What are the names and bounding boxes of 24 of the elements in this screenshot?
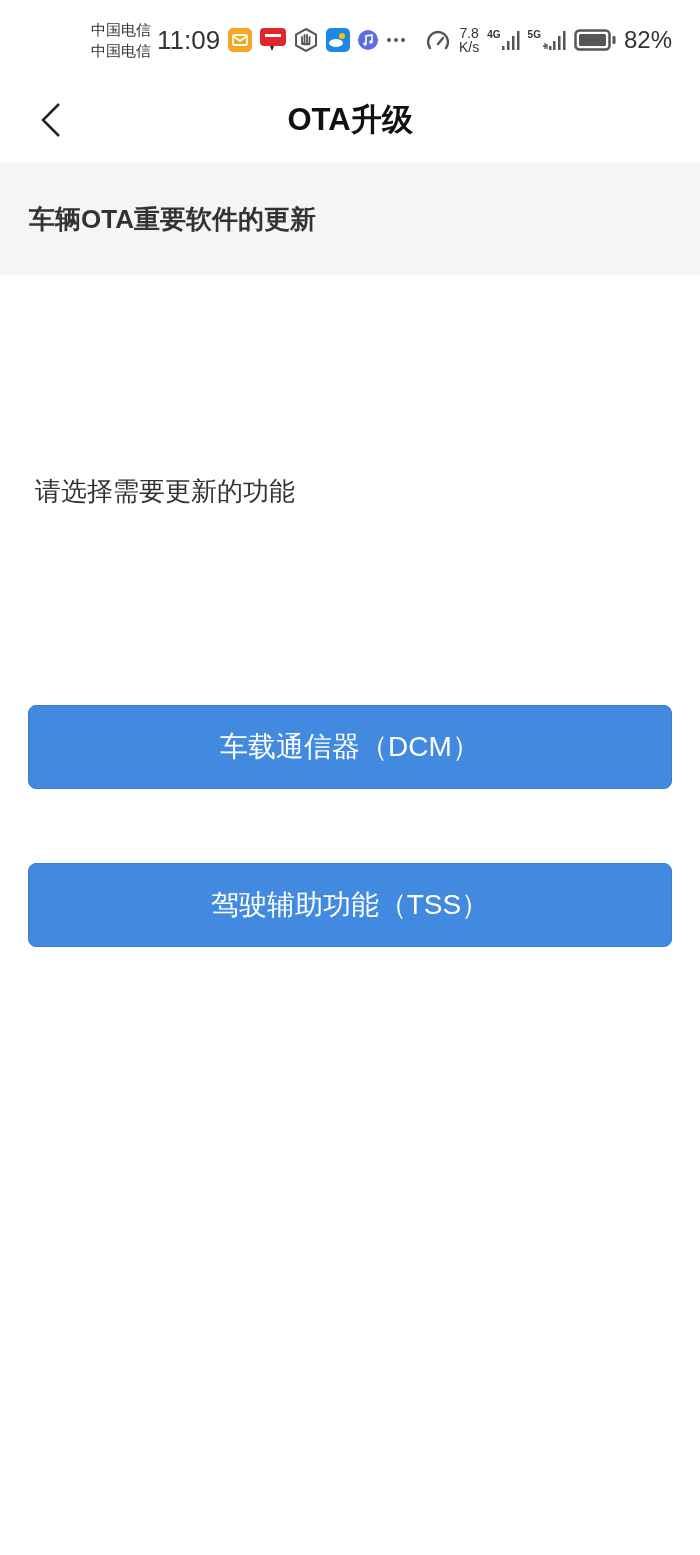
speedometer-icon: [425, 29, 452, 51]
payment-app-icon: [260, 27, 287, 53]
network-label: 4G: [487, 30, 501, 40]
carrier-name: 中国电信: [91, 41, 151, 61]
signal-icon: [501, 30, 520, 50]
clock: 11:09: [157, 23, 221, 57]
signal-icon: [541, 30, 566, 50]
hand-icon: [294, 28, 319, 52]
section-title: 车辆OTA重要软件的更新: [29, 202, 316, 236]
network-speed: 7.8: [459, 26, 479, 40]
network-speed: K/s: [459, 40, 480, 54]
prompt-text: 请选择需要更新的功能: [35, 476, 295, 506]
more-icon: [386, 37, 407, 43]
carrier-name: 中国电信: [91, 20, 151, 40]
weather-app-icon: [326, 28, 351, 52]
battery-icon: [573, 29, 616, 51]
battery-percentage: 82%: [623, 25, 672, 55]
network-label: 5G: [527, 30, 541, 40]
music-app-icon: [358, 30, 379, 50]
back-icon: [41, 103, 61, 137]
function-button[interactable]: 驾驶辅助功能（TSS）: [28, 863, 672, 947]
page-title: OTA升级: [287, 100, 413, 139]
mail-app-icon: [228, 28, 253, 52]
function-button[interactable]: 车载通信器（DCM）: [28, 705, 672, 789]
